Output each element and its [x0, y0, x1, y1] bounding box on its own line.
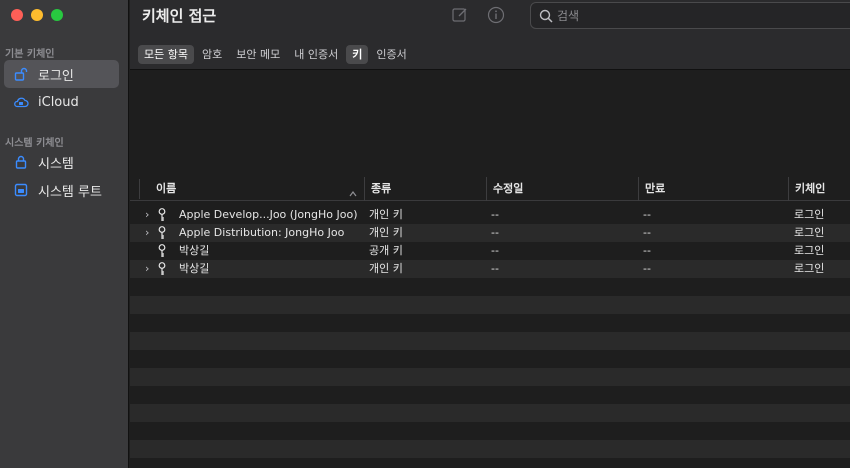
minimize-window-button[interactable] [31, 9, 43, 21]
column-header-modified[interactable]: 수정일 [486, 177, 638, 201]
key-icon [158, 262, 166, 279]
sidebar-item-label: iCloud [38, 94, 79, 110]
window-controls [11, 9, 63, 21]
column-header-kind[interactable]: 종류 [364, 177, 486, 201]
cell-modified: -- [491, 208, 499, 221]
cell-keychain: 로그인 [794, 244, 825, 257]
disclosure-triangle-icon[interactable]: › [145, 260, 149, 278]
table-header: 이름 종류 수정일 만료 키체인 [130, 177, 850, 201]
sidebar-item-label: 시스템 루트 [38, 184, 102, 200]
cell-keychain: 로그인 [794, 226, 825, 239]
filter-secure-notes[interactable]: 보안 메모 [230, 45, 286, 64]
sidebar-item-icloud[interactable]: iCloud [4, 88, 119, 116]
zoom-window-button[interactable] [51, 9, 63, 21]
item-preview-area [130, 71, 850, 177]
filter-all-items[interactable]: 모든 항목 [138, 45, 194, 64]
unlock-icon [4, 67, 38, 81]
cell-keychain: 로그인 [794, 262, 825, 275]
disclosure-triangle-icon[interactable]: › [145, 224, 149, 242]
system-keychains-section-label: 시스템 키체인 [5, 138, 64, 149]
new-item-icon[interactable] [451, 6, 469, 24]
search-field[interactable]: 검색 [530, 2, 850, 29]
cell-kind: 개인 키 [369, 262, 403, 275]
lock-icon [4, 155, 38, 169]
empty-row [130, 332, 850, 350]
table-row[interactable]: 박상길 공개 키 -- -- 로그인 [130, 242, 850, 260]
cell-kind: 개인 키 [369, 208, 403, 221]
cell-expires: -- [643, 226, 651, 239]
cabinet-icon [4, 183, 38, 197]
empty-row [130, 440, 850, 458]
sidebar: 기본 키체인 로그인 iCloud 시스템 키체인 시스템 시스템 루트 [0, 0, 129, 468]
key-icon [158, 208, 166, 225]
category-filter-bar: 모든 항목 암호 보안 메모 내 인증서 키 인증서 [130, 40, 850, 70]
empty-row [130, 404, 850, 422]
cell-modified: -- [491, 226, 499, 239]
default-keychains-section-label: 기본 키체인 [5, 49, 55, 60]
close-window-button[interactable] [11, 9, 23, 21]
filter-keys[interactable]: 키 [346, 45, 369, 64]
cell-name: 박상길 [179, 244, 210, 257]
search-icon [539, 9, 553, 23]
cell-modified: -- [491, 262, 499, 275]
cell-expires: -- [643, 262, 651, 275]
cell-expires: -- [643, 208, 651, 221]
empty-row [130, 422, 850, 440]
empty-row [130, 296, 850, 314]
column-header-keychain[interactable]: 키체인 [788, 177, 850, 201]
table-row[interactable]: › 박상길 개인 키 -- -- 로그인 [130, 260, 850, 278]
empty-row [130, 278, 850, 296]
toolbar: 키체인 접근 검색 [130, 0, 850, 40]
empty-row [130, 458, 850, 468]
search-input[interactable]: 검색 [557, 7, 579, 24]
disclosure-triangle-icon[interactable]: › [145, 206, 149, 224]
empty-row [130, 386, 850, 404]
table-row[interactable]: › Apple Distribution: JongHo Joo 개인 키 --… [130, 224, 850, 242]
empty-row [130, 368, 850, 386]
sidebar-item-system-roots[interactable]: 시스템 루트 [4, 176, 119, 204]
main-panel: 키체인 접근 검색 모든 항목 암호 보안 메모 내 인증서 키 인증서 이름 [130, 0, 850, 468]
cell-keychain: 로그인 [794, 208, 825, 221]
cloud-icon [4, 96, 38, 108]
cell-expires: -- [643, 244, 651, 257]
header-divider [139, 179, 140, 199]
sidebar-item-login[interactable]: 로그인 [4, 60, 119, 88]
cell-modified: -- [491, 244, 499, 257]
filter-certificates[interactable]: 인증서 [370, 45, 412, 64]
key-icon [158, 226, 166, 243]
key-icon [158, 244, 166, 261]
cell-kind: 공개 키 [369, 244, 403, 257]
sidebar-item-label: 로그인 [38, 68, 74, 84]
key-table: › Apple Develop...Joo (JongHo Joo) 개인 키 … [130, 206, 850, 468]
table-row[interactable]: › Apple Develop...Joo (JongHo Joo) 개인 키 … [130, 206, 850, 224]
window-title: 키체인 접근 [142, 7, 217, 25]
cell-name: Apple Distribution: JongHo Joo [179, 226, 345, 239]
column-header-name[interactable]: 이름 [150, 177, 364, 201]
empty-row [130, 350, 850, 368]
sort-ascending-icon[interactable] [349, 183, 357, 202]
cell-name: 박상길 [179, 262, 210, 275]
sidebar-item-label: 시스템 [38, 156, 74, 172]
column-header-expires[interactable]: 만료 [638, 177, 788, 201]
cell-kind: 개인 키 [369, 226, 403, 239]
filter-my-certificates[interactable]: 내 인증서 [288, 45, 344, 64]
filter-passwords[interactable]: 암호 [196, 45, 228, 64]
sidebar-item-system[interactable]: 시스템 [4, 148, 119, 176]
cell-name: Apple Develop...Joo (JongHo Joo) [179, 208, 358, 221]
empty-row [130, 314, 850, 332]
info-icon[interactable] [487, 6, 505, 24]
